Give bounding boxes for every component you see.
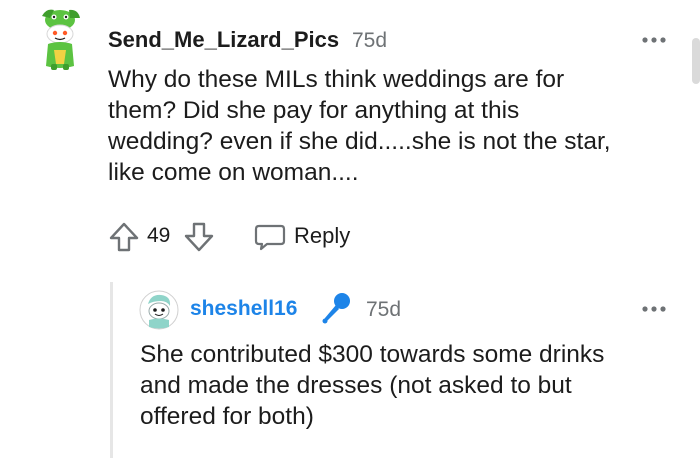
comment-body-line: wedding? even if she did.....she is not … — [108, 128, 611, 155]
reply-username[interactable]: sheshell16 — [190, 297, 297, 321]
upvote-button[interactable] — [107, 220, 141, 254]
reply-timestamp: 75d — [366, 298, 402, 321]
reply-button-label[interactable]: Reply — [294, 223, 350, 249]
thread-line[interactable] — [110, 282, 113, 458]
user-avatar[interactable] — [36, 6, 84, 72]
scrollbar-thumb[interactable] — [692, 38, 700, 84]
reply-body-line: She contributed $300 towards some drinks — [140, 341, 605, 368]
downvote-button[interactable] — [182, 220, 216, 254]
comment-timestamp: 75d — [352, 29, 388, 52]
more-options-button[interactable] — [641, 32, 667, 43]
reply-body-line: and made the dresses (not asked to but — [140, 372, 572, 399]
comment-username[interactable]: Send_Me_Lizard_Pics — [108, 27, 339, 53]
speech-bubble-icon — [254, 224, 286, 251]
lizard-snoo-avatar-icon — [42, 9, 80, 70]
comment-body-line: them? Did she pay for anything at this — [108, 97, 520, 124]
microphone-icon — [322, 293, 350, 324]
comment-body-line: Why do these MILs think weddings are for — [108, 66, 565, 93]
snoo-avatar-icon — [139, 290, 179, 330]
vote-score: 49 — [147, 224, 171, 247]
reply-body-line: offered for both) — [140, 403, 314, 430]
comment-body: Why do these MILs think weddings are for… — [108, 64, 668, 188]
microphone-badge — [318, 290, 354, 326]
comment-body-line: like come on woman.... — [108, 159, 359, 186]
more-options-icon — [642, 306, 666, 312]
more-options-icon — [642, 37, 666, 43]
downvote-arrow-icon — [184, 222, 214, 252]
reply-user-avatar[interactable] — [139, 290, 179, 330]
upvote-arrow-icon — [109, 222, 139, 252]
reply-more-options-button[interactable] — [641, 301, 667, 312]
reply-button[interactable] — [253, 222, 287, 252]
reply-body: She contributed $300 towards some drinks… — [140, 339, 680, 432]
